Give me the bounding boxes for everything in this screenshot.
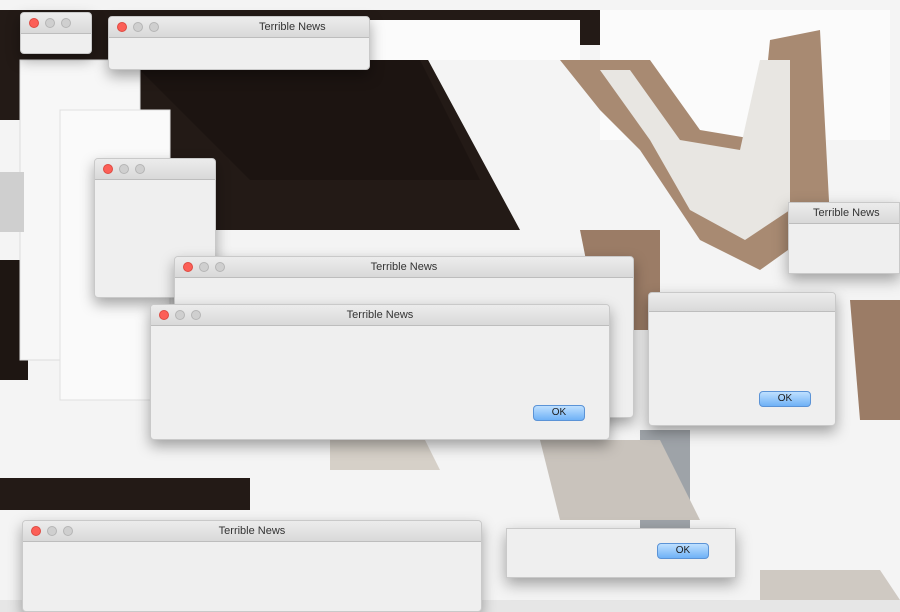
window-title: Terrible News [346, 309, 414, 321]
window-controls [117, 22, 159, 32]
title-bar: Terrible News [151, 305, 609, 326]
window-controls [103, 164, 145, 174]
dialog-window-right: OK [648, 292, 836, 426]
dialog-window-right-top: Terrible News [788, 202, 900, 274]
ok-button[interactable]: OK [533, 405, 585, 421]
title-bar: Terrible News [789, 203, 899, 224]
title-bar [649, 293, 835, 312]
minimize-icon[interactable] [119, 164, 129, 174]
window-title: Terrible News [259, 21, 326, 33]
window-controls [29, 18, 71, 28]
ok-button[interactable]: OK [759, 391, 811, 407]
dialog-window-main: Terrible News OK [150, 304, 610, 440]
dialog-window-bottom-right: OK [506, 528, 736, 578]
dialog-window: Terrible News [108, 16, 370, 70]
zoom-icon[interactable] [149, 22, 159, 32]
minimize-icon[interactable] [133, 22, 143, 32]
title-bar [21, 13, 91, 34]
zoom-icon[interactable] [61, 18, 71, 28]
ok-button[interactable]: OK [657, 543, 709, 559]
title-bar [95, 159, 215, 180]
window-title: Terrible News [370, 261, 438, 273]
close-icon[interactable] [103, 164, 113, 174]
title-bar: Terrible News [109, 17, 369, 38]
ghost-window [20, 12, 92, 54]
close-icon[interactable] [29, 18, 39, 28]
zoom-icon[interactable] [135, 164, 145, 174]
minimize-icon[interactable] [45, 18, 55, 28]
title-bar: Terrible News [175, 257, 633, 278]
window-title: Terrible News [218, 525, 286, 537]
close-icon[interactable] [117, 22, 127, 32]
window-title: Terrible News [813, 207, 880, 219]
dialog-window-bottom: Terrible News [22, 520, 482, 612]
title-bar: Terrible News [23, 521, 481, 542]
